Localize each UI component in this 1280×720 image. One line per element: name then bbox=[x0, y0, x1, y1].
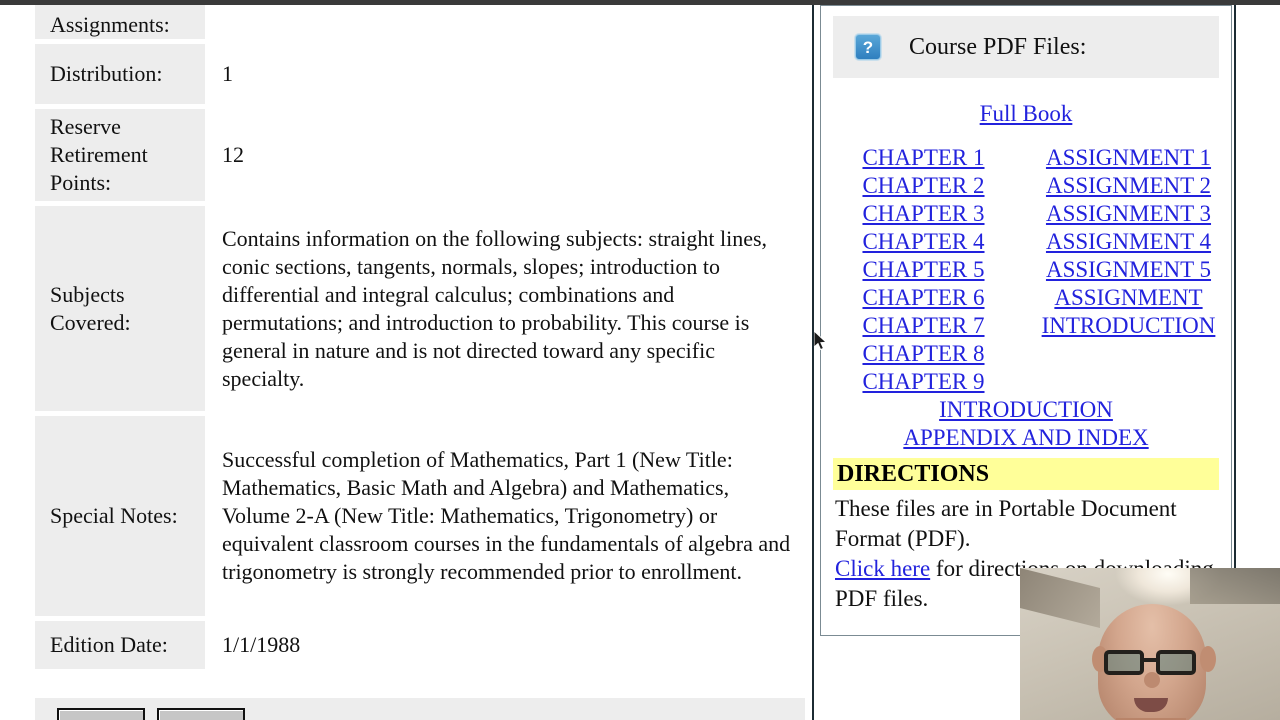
chapter-link-column: CHAPTER 1 CHAPTER 2 CHAPTER 3 CHAPTER 4 … bbox=[821, 144, 1026, 396]
table-row: Edition Date: 1/1/1988 bbox=[35, 621, 805, 669]
row-label: Assignments: bbox=[35, 5, 205, 39]
link-assignment-3[interactable]: ASSIGNMENT 3 bbox=[1026, 200, 1231, 228]
webcam-person-nose bbox=[1144, 672, 1160, 688]
row-value: 1/1/1988 bbox=[205, 621, 805, 669]
link-chapter-1[interactable]: CHAPTER 1 bbox=[821, 144, 1026, 172]
link-chapter-9[interactable]: CHAPTER 9 bbox=[821, 368, 1026, 396]
table-row: Reserve Retirement Points: 12 bbox=[35, 109, 805, 201]
course-detail-table: Assignments: Distribution: 1 Reserve Ret… bbox=[35, 5, 805, 674]
pdf-panel-box: ? Course PDF Files: Full Book CHAPTER 1 … bbox=[820, 5, 1232, 636]
form-button-right[interactable] bbox=[157, 708, 245, 720]
link-assignment-5[interactable]: ASSIGNMENT 5 bbox=[1026, 256, 1231, 284]
link-chapter-4[interactable]: CHAPTER 4 bbox=[821, 228, 1026, 256]
row-value: Contains information on the following su… bbox=[205, 206, 805, 411]
pdf-panel-title: Course PDF Files: bbox=[909, 33, 1087, 60]
row-value: 12 bbox=[205, 109, 805, 201]
row-label: Special Notes: bbox=[35, 416, 205, 616]
link-chapter-7[interactable]: CHAPTER 7 bbox=[821, 312, 1026, 340]
link-assignment-1[interactable]: ASSIGNMENT 1 bbox=[1026, 144, 1231, 172]
link-chapter-6[interactable]: CHAPTER 6 bbox=[821, 284, 1026, 312]
row-label: Edition Date: bbox=[35, 621, 205, 669]
form-button-left[interactable] bbox=[57, 708, 145, 720]
link-introduction[interactable]: INTRODUCTION bbox=[821, 396, 1231, 424]
glasses-lens-right bbox=[1156, 650, 1196, 675]
link-assignment-2[interactable]: ASSIGNMENT 2 bbox=[1026, 172, 1231, 200]
link-click-here[interactable]: Click here bbox=[835, 556, 930, 581]
mouse-pointer bbox=[814, 331, 828, 351]
pdf-link-columns: CHAPTER 1 CHAPTER 2 CHAPTER 3 CHAPTER 4 … bbox=[821, 144, 1231, 396]
link-chapter-2[interactable]: CHAPTER 2 bbox=[821, 172, 1026, 200]
pdf-wide-links: INTRODUCTION APPENDIX AND INDEX bbox=[821, 396, 1231, 452]
page-root: Assignments: Distribution: 1 Reserve Ret… bbox=[0, 0, 1280, 720]
row-value: 1 bbox=[205, 44, 805, 104]
link-assignment-4[interactable]: ASSIGNMENT 4 bbox=[1026, 228, 1231, 256]
link-chapter-5[interactable]: CHAPTER 5 bbox=[821, 256, 1026, 284]
webcam-corner-shadow bbox=[1190, 568, 1280, 604]
help-question-icon[interactable]: ? bbox=[855, 34, 881, 60]
link-appendix-and-index[interactable]: APPENDIX AND INDEX bbox=[821, 424, 1231, 452]
link-chapter-3[interactable]: CHAPTER 3 bbox=[821, 200, 1026, 228]
directions-line-1: These files are in Portable Document For… bbox=[835, 496, 1177, 551]
full-book-link-wrap: Full Book bbox=[821, 100, 1231, 128]
table-row: Special Notes: Successful completion of … bbox=[35, 416, 805, 616]
link-full-book[interactable]: Full Book bbox=[980, 100, 1073, 128]
row-value bbox=[205, 5, 805, 39]
webcam-video-overlay[interactable] bbox=[1020, 568, 1280, 720]
webcam-person-ear-right bbox=[1200, 646, 1216, 672]
glasses-lens-left bbox=[1104, 650, 1144, 675]
row-label: Distribution: bbox=[35, 44, 205, 104]
table-row: Subjects Covered: Contains information o… bbox=[35, 206, 805, 411]
link-chapter-8[interactable]: CHAPTER 8 bbox=[821, 340, 1026, 368]
table-row: Distribution: 1 bbox=[35, 44, 805, 104]
table-row: Assignments: bbox=[35, 5, 805, 39]
link-assignment-introduction[interactable]: ASSIGNMENT INTRODUCTION bbox=[1026, 284, 1231, 340]
assignment-link-column: ASSIGNMENT 1 ASSIGNMENT 2 ASSIGNMENT 3 A… bbox=[1026, 144, 1231, 396]
form-button-strip bbox=[35, 698, 805, 720]
row-label: Reserve Retirement Points: bbox=[35, 109, 205, 201]
row-label: Subjects Covered: bbox=[35, 206, 205, 411]
row-value: Successful completion of Mathematics, Pa… bbox=[205, 416, 805, 616]
pdf-panel-header: ? Course PDF Files: bbox=[833, 16, 1219, 78]
directions-heading: DIRECTIONS bbox=[833, 458, 1219, 490]
